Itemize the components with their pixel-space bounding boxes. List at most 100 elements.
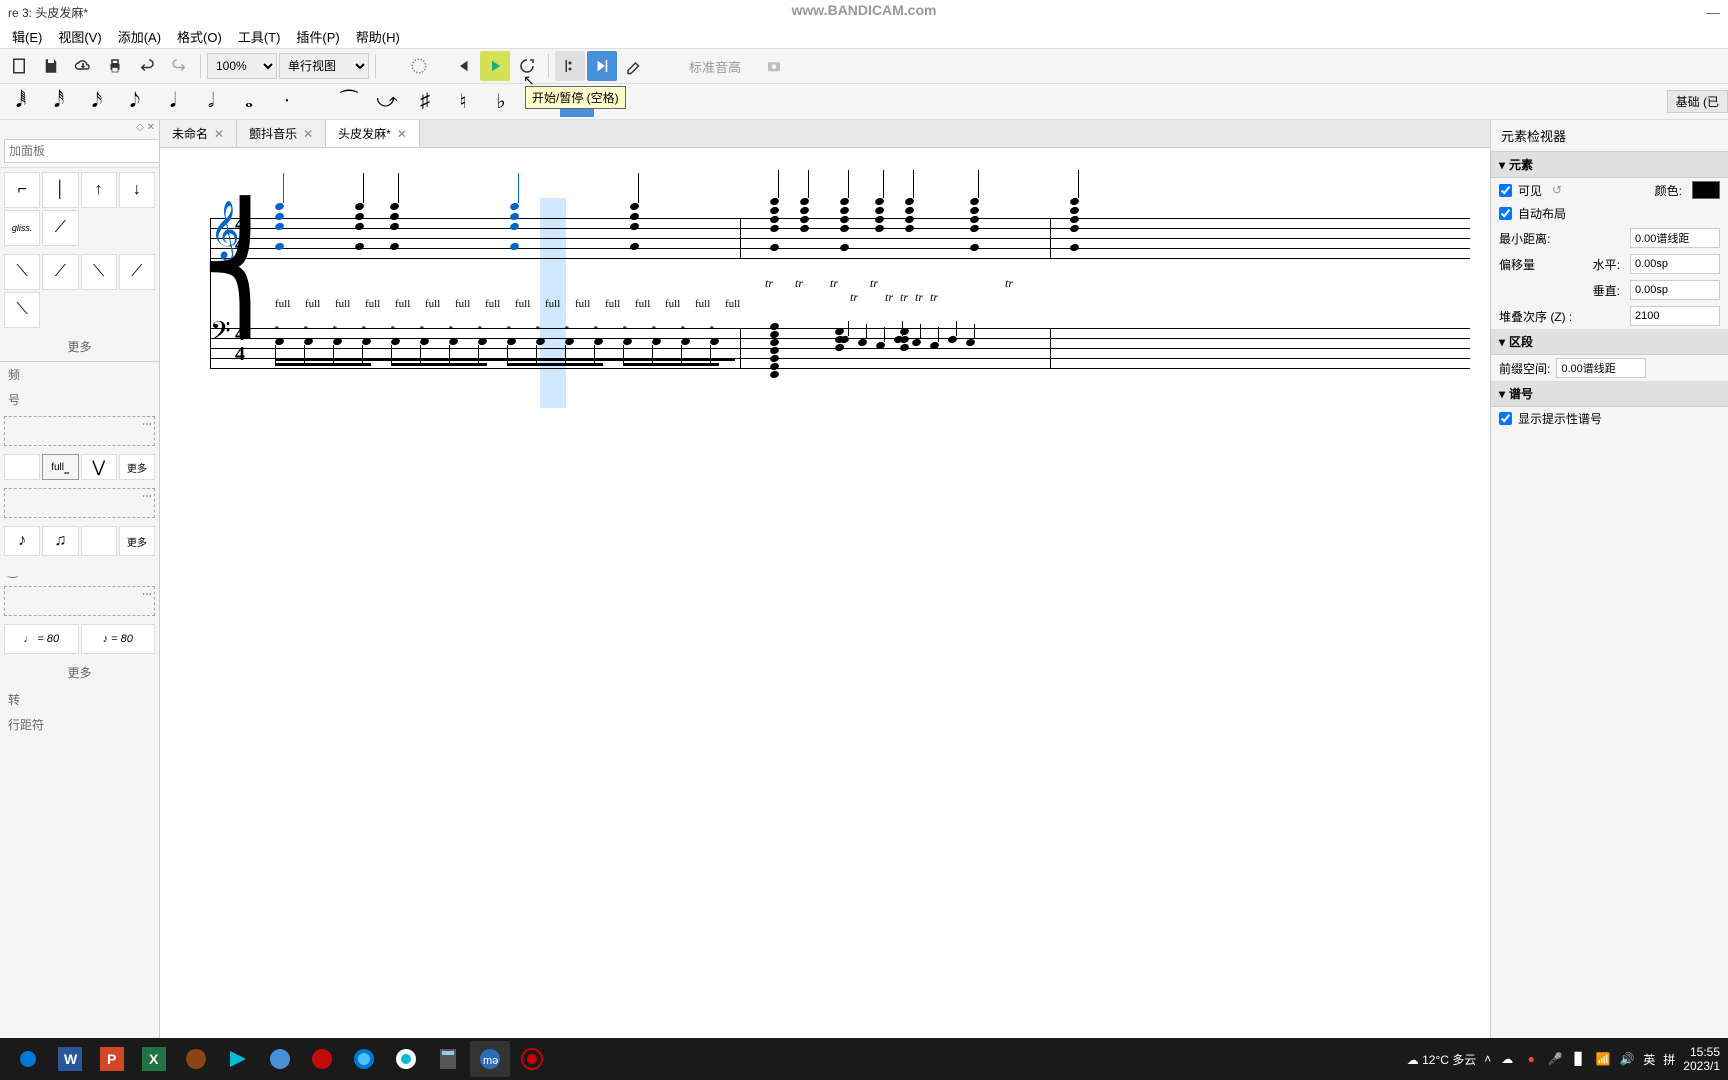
note-dot[interactable]: · <box>270 87 304 117</box>
menu-help[interactable]: 帮助(H) <box>348 27 408 46</box>
segment-header[interactable]: ▾区段 <box>1491 329 1728 355</box>
full-marking[interactable]: full <box>605 298 620 310</box>
trill-marking[interactable]: tr <box>830 276 838 291</box>
palette-item[interactable]: ↓ <box>119 172 155 208</box>
palette-section-label[interactable]: 频 <box>0 362 159 387</box>
clock[interactable]: 15:55 2023/1 <box>1683 1045 1720 1073</box>
minimize-button[interactable]: ― <box>1706 4 1720 20</box>
full-marking[interactable]: full <box>575 298 590 310</box>
time-signature[interactable]: 44 <box>235 214 245 254</box>
note-16th[interactable]: 𝅘𝅥𝅯 <box>80 87 114 117</box>
palette-item[interactable]: ↑ <box>81 172 117 208</box>
volume-icon[interactable]: 🔊 <box>1619 1051 1635 1067</box>
reset-icon[interactable]: ↺ <box>1552 183 1562 197</box>
bass-note[interactable] <box>304 338 312 345</box>
weather-widget[interactable]: ☁ 12°C 多云 <box>1407 1051 1477 1068</box>
musescore-icon[interactable]: mə <box>470 1041 510 1077</box>
note-half[interactable]: 𝅗𝅥 <box>194 87 228 117</box>
palette-item[interactable]: ⟍ <box>81 254 117 290</box>
tab-untitled[interactable]: 未命名 ✕ <box>160 120 237 147</box>
prefix-space-input[interactable] <box>1556 358 1646 378</box>
bass-note[interactable] <box>858 339 866 346</box>
trill-marking[interactable]: tr <box>900 290 908 305</box>
bass-note[interactable] <box>536 338 544 345</box>
edit-mode-button[interactable] <box>619 51 649 81</box>
palette-item[interactable]: ⌐ <box>4 172 40 208</box>
natural-button[interactable]: ♮ <box>446 87 480 117</box>
bass-note[interactable] <box>275 338 283 345</box>
bass-chord[interactable] <box>770 323 778 378</box>
palette-more-button[interactable]: 更多 <box>0 658 159 687</box>
full-marking[interactable]: full <box>515 298 530 310</box>
full-marking[interactable]: full <box>635 298 650 310</box>
palette-item[interactable]: gliss. <box>4 210 40 246</box>
palette-dropzone[interactable]: ⋯ <box>4 416 155 446</box>
chord[interactable] <box>970 198 978 251</box>
chord[interactable] <box>840 198 848 251</box>
ime-indicator-2[interactable]: 拼 <box>1663 1051 1675 1068</box>
barline[interactable] <box>1050 328 1051 368</box>
min-distance-input[interactable] <box>1630 228 1720 248</box>
palette-section-label[interactable]: 号 <box>0 387 159 412</box>
chord[interactable] <box>275 203 283 250</box>
stack-input[interactable] <box>1630 306 1720 326</box>
undo-button[interactable] <box>132 51 162 81</box>
metronome-button[interactable] <box>404 51 434 81</box>
trill-marking[interactable]: tr <box>885 290 893 305</box>
trill-marking[interactable]: tr <box>795 276 803 291</box>
wifi-icon[interactable]: 📶 <box>1595 1051 1611 1067</box>
app-icon[interactable] <box>218 1041 258 1077</box>
menu-format[interactable]: 格式(O) <box>169 27 230 46</box>
bass-note[interactable] <box>362 338 370 345</box>
auto-layout-checkbox[interactable] <box>1499 207 1512 220</box>
bass-note[interactable] <box>449 338 457 345</box>
barline[interactable] <box>1050 218 1051 258</box>
powerpoint-icon[interactable]: P <box>92 1041 132 1077</box>
trill-marking[interactable]: tr <box>850 290 858 305</box>
full-marking[interactable]: full <box>725 298 740 310</box>
palette-dropzone[interactable]: ⋯ <box>4 586 155 616</box>
full-marking[interactable]: full <box>335 298 350 310</box>
chord[interactable] <box>770 198 778 251</box>
note-32nd[interactable]: 𝅘𝅥𝅰 <box>42 87 76 117</box>
ime-indicator[interactable]: 英 <box>1643 1051 1655 1068</box>
chord[interactable] <box>510 203 518 250</box>
chord[interactable] <box>905 198 913 232</box>
bass-note[interactable] <box>565 338 573 345</box>
bass-note[interactable] <box>710 338 718 345</box>
bass-note[interactable] <box>594 338 602 345</box>
palette-section-label[interactable]: 转 <box>0 687 159 712</box>
sharp-button[interactable]: ♯ <box>408 87 442 117</box>
menu-edit[interactable]: 辑(E) <box>4 27 50 46</box>
note-64th[interactable]: 𝅘𝅥𝅱 <box>4 87 38 117</box>
clef-header[interactable]: ▾谱号 <box>1491 381 1728 407</box>
workspace-tab[interactable]: 基础 (已 <box>1667 90 1728 113</box>
note-8th[interactable]: 𝅘𝅥𝅮 <box>118 87 152 117</box>
vertical-input[interactable] <box>1630 280 1720 300</box>
bass-note[interactable] <box>420 338 428 345</box>
record-icon[interactable] <box>512 1041 552 1077</box>
flat-button[interactable]: ♭ <box>484 87 518 117</box>
full-marking[interactable]: full <box>365 298 380 310</box>
battery-icon[interactable]: ▊ <box>1571 1051 1587 1067</box>
word-icon[interactable]: W <box>50 1041 90 1077</box>
bass-note[interactable] <box>840 336 848 343</box>
treble-staff[interactable]: 𝄞 44 <box>180 208 1470 268</box>
palette-item[interactable] <box>81 526 117 556</box>
bass-note[interactable] <box>478 338 486 345</box>
bass-note[interactable] <box>681 338 689 345</box>
palette-item[interactable]: 更多 <box>119 526 155 556</box>
palette-more-button[interactable]: 更多 <box>0 332 159 361</box>
view-mode-select[interactable]: 单行视图 <box>279 53 369 79</box>
tie-button[interactable]: ⁀ <box>332 87 366 117</box>
palette-item[interactable]: │ <box>42 172 78 208</box>
slur-button[interactable]: ⤻ <box>370 87 404 117</box>
palette-item[interactable] <box>4 454 40 480</box>
chord[interactable] <box>630 203 638 250</box>
chord[interactable] <box>1070 198 1078 251</box>
calculator-icon[interactable] <box>428 1041 468 1077</box>
palette-dock-buttons[interactable]: ◇ ✕ <box>0 120 159 135</box>
score-canvas[interactable]: ⎨ 𝄞 44 <box>160 148 1490 1056</box>
bass-note[interactable] <box>894 336 902 343</box>
new-button[interactable] <box>4 51 34 81</box>
